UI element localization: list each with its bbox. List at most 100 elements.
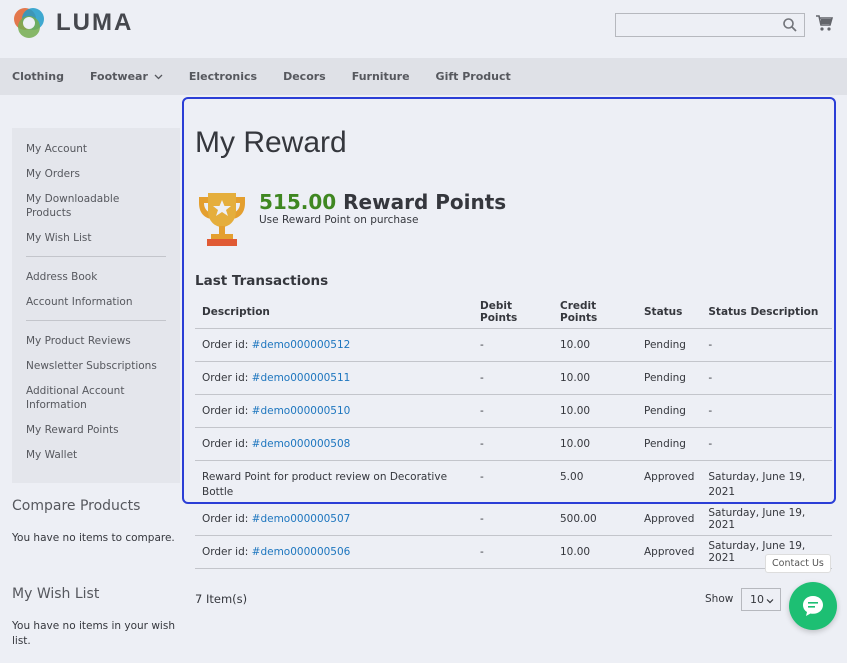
cell-status-description: - — [701, 328, 832, 362]
cell-debit: - — [473, 427, 553, 461]
cell-credit: 10.00 — [553, 535, 637, 569]
cell-description: Order id: #demo000000511 — [195, 361, 473, 395]
cell-credit: 10.00 — [553, 361, 637, 395]
cell-status-description: Saturday, June 19, 2021 — [701, 460, 832, 503]
sidebar-item-my-account[interactable]: My Account — [26, 142, 166, 156]
sidebar-item-product-reviews[interactable]: My Product Reviews — [26, 334, 166, 348]
show-label: Show — [705, 593, 734, 605]
column-header-credit: Credit Points — [553, 297, 637, 329]
cell-description: Order id: #demo000000506 — [195, 535, 473, 569]
luma-logo-icon — [14, 8, 44, 38]
description-text: Order id: — [202, 404, 252, 417]
limiter-value: 10 — [750, 593, 764, 606]
cell-credit: 500.00 — [553, 502, 637, 536]
cell-description: Order id: #demo000000512 — [195, 328, 473, 362]
nav-item-gift-product[interactable]: Gift Product — [436, 70, 511, 83]
sidebar-item-wish-list[interactable]: My Wish List — [26, 231, 166, 245]
column-header-debit: Debit Points — [473, 297, 553, 329]
cell-status: Pending — [637, 361, 702, 395]
chat-launcher-button[interactable] — [789, 582, 837, 630]
sidebar-divider — [26, 256, 166, 257]
nav-item-footwear-label: Footwear — [89, 70, 148, 83]
sidebar-item-account-information[interactable]: Account Information — [26, 295, 166, 309]
trophy-icon — [199, 193, 245, 246]
cell-status: Pending — [637, 427, 702, 461]
nav-item-footwear[interactable]: Footwear — [90, 70, 163, 83]
order-link[interactable]: #demo000000507 — [252, 513, 351, 525]
cell-status-description: - — [701, 394, 832, 428]
header: LUMA — [0, 0, 847, 58]
search-input[interactable] — [615, 13, 805, 37]
table-row: Order id: #demo000000510 - 10.00 Pending… — [195, 394, 832, 428]
cell-debit: - — [473, 394, 553, 428]
cell-debit: - — [473, 535, 553, 569]
reward-points-label: Reward Points — [343, 190, 507, 214]
reward-points-value: 515.00 — [259, 190, 337, 214]
table-row: Order id: #demo000000508 - 10.00 Pending… — [195, 427, 832, 461]
cell-status-description: Saturday, June 19, 2021 — [701, 502, 832, 536]
nav-item-furniture[interactable]: Furniture — [352, 70, 410, 83]
sidebar-item-newsletter[interactable]: Newsletter Subscriptions — [26, 359, 166, 373]
cart-icon[interactable] — [815, 14, 833, 32]
wishlist-text: You have no items in your wish list. — [12, 620, 175, 647]
cell-description: Order id: #demo000000507 — [195, 502, 473, 536]
luma-logo[interactable]: LUMA — [12, 6, 133, 40]
cell-credit: 10.00 — [553, 328, 637, 362]
sidebar-divider — [26, 320, 166, 321]
description-text: Order id: — [202, 371, 252, 384]
compare-products-title: Compare Products — [12, 498, 141, 514]
description-text: Reward Point for product review on Decor… — [202, 470, 448, 498]
cell-debit: - — [473, 502, 553, 536]
column-header-status-description: Status Description — [701, 297, 832, 329]
table-header-row: Description Debit Points Credit Points S… — [195, 297, 832, 329]
nav-item-clothing[interactable]: Clothing — [12, 70, 64, 83]
order-link[interactable]: #demo000000511 — [252, 372, 351, 384]
order-link[interactable]: #demo000000506 — [252, 546, 351, 558]
cell-description: Order id: #demo000000510 — [195, 394, 473, 428]
cell-status: Approved — [637, 535, 702, 569]
sidebar-item-my-orders[interactable]: My Orders — [26, 167, 166, 181]
table-row: Order id: #demo000000506 - 10.00 Approve… — [195, 535, 832, 569]
description-text: Order id: — [202, 545, 252, 558]
description-text: Order id: — [202, 512, 252, 525]
chevron-down-icon — [154, 74, 163, 80]
order-link[interactable]: #demo000000510 — [252, 405, 351, 417]
nav-item-decors[interactable]: Decors — [283, 70, 326, 83]
chat-icon — [803, 596, 823, 616]
main-nav: Clothing Footwear Electronics Decors Fur… — [0, 58, 847, 95]
compare-products-text: You have no items to compare. — [12, 532, 175, 544]
order-link[interactable]: #demo000000508 — [252, 438, 351, 450]
cell-credit: 10.00 — [553, 394, 637, 428]
cell-credit: 10.00 — [553, 427, 637, 461]
sidebar-item-additional-account-info[interactable]: Additional Account Information — [26, 384, 166, 412]
page-title: My Reward — [195, 126, 347, 159]
description-text: Order id: — [202, 338, 252, 351]
description-text: Order id: — [202, 437, 252, 450]
reward-points-total: 515.00 Reward Points — [259, 190, 506, 214]
contact-us-tooltip: Contact Us — [765, 554, 831, 573]
cell-status: Pending — [637, 328, 702, 362]
page-limiter-select[interactable]: 10 — [741, 588, 781, 611]
sidebar-item-downloadable-products[interactable]: My Downloadable Products — [26, 192, 166, 220]
cell-status: Approved — [637, 502, 702, 536]
logo-text: LUMA — [56, 9, 134, 36]
cell-description: Reward Point for product review on Decor… — [195, 460, 473, 503]
last-transactions-title: Last Transactions — [195, 273, 329, 289]
transactions-table: Description Debit Points Credit Points S… — [195, 297, 832, 569]
cell-debit: - — [473, 460, 553, 503]
sidebar-item-reward-points[interactable]: My Reward Points — [26, 423, 166, 437]
search-icon[interactable] — [782, 17, 798, 33]
table-row: Order id: #demo000000512 - 10.00 Pending… — [195, 328, 832, 362]
cell-status-description: - — [701, 427, 832, 461]
sidebar-item-address-book[interactable]: Address Book — [26, 270, 166, 284]
order-link[interactable]: #demo000000512 — [252, 339, 351, 351]
cell-status: Approved — [637, 460, 702, 503]
table-row: Order id: #demo000000507 - 500.00 Approv… — [195, 502, 832, 536]
account-sidebar: My Account My Orders My Downloadable Pro… — [12, 128, 180, 483]
cell-debit: - — [473, 328, 553, 362]
cell-description: Order id: #demo000000508 — [195, 427, 473, 461]
nav-item-electronics[interactable]: Electronics — [189, 70, 257, 83]
table-row: Reward Point for product review on Decor… — [195, 460, 832, 503]
chevron-down-icon — [766, 599, 774, 604]
sidebar-item-my-wallet[interactable]: My Wallet — [26, 448, 166, 462]
